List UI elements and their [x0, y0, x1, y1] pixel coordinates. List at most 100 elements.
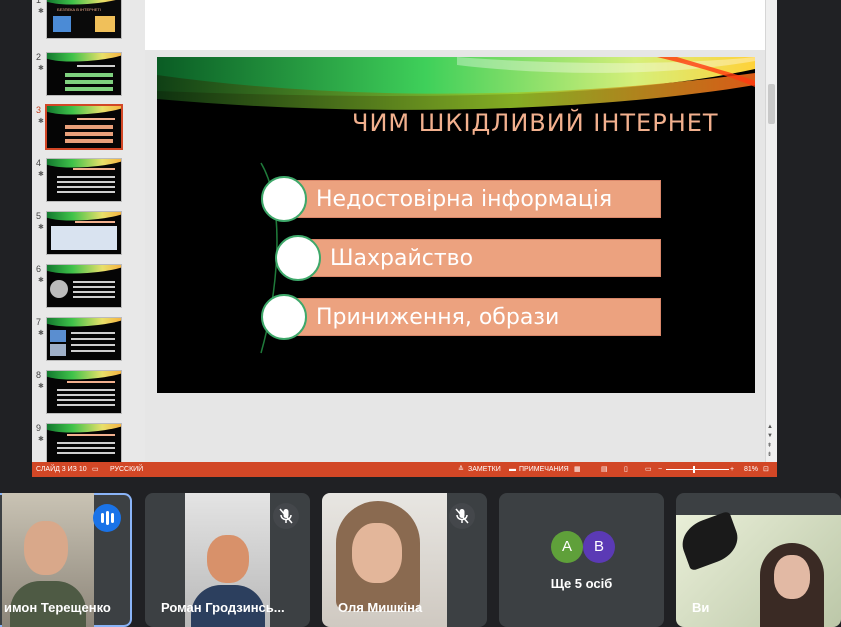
thumbnail-image: [46, 211, 122, 255]
thumbnail-number: 2: [36, 52, 42, 62]
thumbnail-number: 7: [36, 317, 42, 327]
thumbnail-table: [51, 226, 117, 250]
normal-view-icon[interactable]: ▦: [574, 462, 581, 477]
thumbnail-text-line: [67, 434, 115, 436]
current-slide[interactable]: ЧИМ ШКІДЛИВИЙ ІНТЕРНЕТ Недостовірна інфо…: [157, 57, 755, 393]
scrollbar-thumb[interactable]: [768, 84, 775, 124]
swoosh-decoration: [47, 318, 121, 330]
transition-star-icon: ✱: [38, 65, 44, 72]
thumbnail-text-line: [57, 186, 115, 188]
participant-tile-more[interactable]: А В Ще 5 осіб: [499, 493, 664, 627]
bullet-circle: [275, 235, 321, 281]
slide-title: ЧИМ ШКІДЛИВИЙ ІНТЕРНЕТ: [352, 109, 719, 137]
notes-button[interactable]: ЗАМЕТКИ: [468, 462, 501, 477]
comments-button[interactable]: ПРИМЕЧАНИЯ: [519, 462, 569, 477]
face-shape: [352, 523, 402, 583]
thumbnail-image: [46, 423, 122, 467]
audio-bar: [111, 513, 114, 523]
scroll-up-arrow-icon[interactable]: ▲: [767, 424, 773, 430]
zoom-out-button[interactable]: −: [658, 462, 662, 477]
spellcheck-icon[interactable]: ▭: [92, 462, 99, 477]
participant-tile-self[interactable]: Ви: [676, 493, 841, 627]
zoom-level[interactable]: 81%: [744, 462, 758, 477]
previous-slide-icon[interactable]: ⇞: [767, 442, 772, 449]
audio-bar: [101, 513, 104, 523]
mic-off-icon: [273, 503, 299, 529]
zoom-in-button[interactable]: +: [730, 462, 734, 477]
slide-list-item-3: Приниження, образи: [289, 298, 661, 336]
thumbnail-text-line: [57, 452, 115, 454]
thumbnail-image: [46, 317, 122, 361]
thumbnail-picture: [53, 16, 71, 32]
reading-view-icon[interactable]: ▯: [624, 462, 628, 477]
thumbnail-text-line: [73, 286, 115, 288]
participant-tile-3[interactable]: Оля Мишкіна: [322, 493, 487, 627]
thumbnail-bar: [65, 139, 113, 143]
thumbnail-number: 3: [36, 105, 42, 115]
transition-star-icon: ✱: [38, 383, 44, 390]
thumbnail-text-line: [71, 344, 115, 346]
thumbnail-text-line: [57, 389, 115, 391]
slide-sorter-icon[interactable]: ▤: [601, 462, 608, 477]
thumbnail-text-line: [57, 181, 115, 183]
swoosh-decoration: [157, 57, 755, 354]
thumbnail-text-line: [57, 176, 115, 178]
thumbnail-text-line: [57, 442, 115, 444]
thumbnail-text-line: [77, 118, 115, 120]
next-slide-icon[interactable]: ⇟: [767, 451, 772, 458]
thumbnail-image: БЕЗПЕКА В ІНТЕРНЕТІ: [46, 0, 122, 39]
thumbnail-picture: [95, 16, 115, 32]
thumbnail-text-line: [57, 394, 115, 396]
thumbnail-number: 4: [36, 158, 42, 168]
bullet-circle: [261, 294, 307, 340]
thumbnail-text-line: [57, 447, 115, 449]
thumbnail-text-line: [57, 404, 115, 406]
slide-counter: СЛАЙД 3 ИЗ 10: [36, 466, 87, 473]
thumbnail-text-line: [71, 350, 115, 352]
thumbnail-bar: [65, 125, 113, 129]
zoom-slider-thumb[interactable]: [693, 466, 695, 473]
thumbnail-text-line: [73, 168, 115, 170]
thumbnail-text-line: [73, 281, 115, 283]
face-shape: [207, 535, 249, 583]
thumbnail-text-line: [77, 65, 115, 67]
swoosh-decoration: [47, 265, 121, 277]
language-indicator[interactable]: РУССКИЙ: [110, 462, 143, 477]
thumbnail-text-line: [71, 338, 115, 340]
thumbnail-number: 5: [36, 211, 42, 221]
participant-tile-2[interactable]: Роман Гродзинсь...: [145, 493, 310, 627]
slide-scrollbar[interactable]: ▲ ▼ ⇞ ⇟: [765, 0, 777, 462]
face-shape: [774, 555, 810, 599]
transition-star-icon: ✱: [38, 436, 44, 443]
participant-tile-1[interactable]: имон Терещенко: [0, 493, 132, 627]
thumbnail-text-line: [67, 381, 115, 383]
transition-star-icon: ✱: [38, 224, 44, 231]
notes-icon[interactable]: ≙: [458, 462, 464, 477]
avatar: В: [583, 531, 615, 563]
transition-star-icon: ✱: [38, 171, 44, 178]
zoom-slider-track[interactable]: [666, 469, 729, 470]
thumbnail-bar: [65, 80, 113, 84]
slide-list-item-1: Недостовірна інформація: [289, 180, 661, 218]
avatar: А: [551, 531, 583, 563]
swoosh-decoration: [47, 106, 121, 118]
thumbnail-title: БЕЗПЕКА В ІНТЕРНЕТІ: [57, 7, 101, 12]
thumbnail-picture: [50, 280, 68, 298]
transition-star-icon: ✱: [38, 8, 44, 15]
thumbnail-number: 1: [36, 0, 42, 5]
butterfly-wallpaper: [676, 510, 744, 572]
slide-list-item-2: Шахрайство: [303, 239, 661, 277]
comments-icon[interactable]: ▬: [509, 462, 516, 477]
transition-star-icon: ✱: [38, 330, 44, 337]
thumbnail-picture: [50, 344, 66, 356]
more-participants-label: Ще 5 осіб: [550, 576, 613, 591]
transition-star-icon: ✱: [38, 118, 44, 125]
scroll-down-arrow-icon[interactable]: ▼: [767, 433, 773, 439]
thumbnail-image: [46, 370, 122, 414]
participant-name: имон Терещенко: [4, 600, 111, 615]
participant-name: Ви: [692, 600, 710, 615]
status-bar: СЛАЙД 3 ИЗ 10 ▭ РУССКИЙ ≙ ЗАМЕТКИ ▬ ПРИМ…: [32, 462, 777, 477]
slideshow-icon[interactable]: ▭: [645, 462, 652, 477]
fit-slide-icon[interactable]: ⊡: [763, 462, 769, 477]
mic-off-icon: [449, 503, 475, 529]
